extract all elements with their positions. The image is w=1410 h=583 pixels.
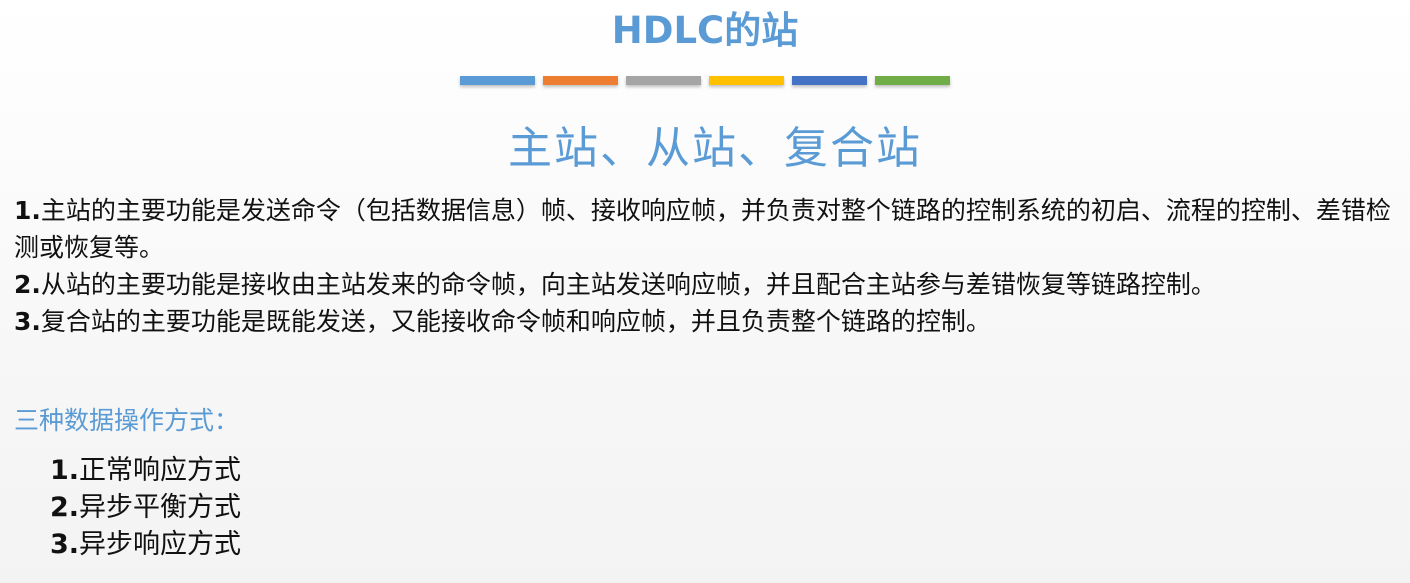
- color-bar: [460, 76, 535, 85]
- list-item: 2.异步平衡方式: [50, 489, 241, 526]
- list-item-number: 1.: [50, 455, 80, 486]
- page-title: HDLC的站: [611, 9, 799, 52]
- operation-modes-list: 1.正常响应方式 2.异步平衡方式 3.异步响应方式: [50, 452, 241, 563]
- color-bar: [875, 76, 950, 85]
- list-item: 3.异步响应方式: [50, 526, 241, 563]
- color-bar: [626, 76, 701, 85]
- paragraph-number: 1.: [14, 196, 41, 225]
- color-bar: [709, 76, 784, 85]
- modes-heading: 三种数据操作方式：: [14, 406, 240, 435]
- paragraph-secondary-station: 2.从站的主要功能是接收由主站发来的命令帧，向主站发送响应帧，并且配合主站参与差…: [14, 266, 1404, 303]
- paragraph-number: 2.: [14, 270, 41, 299]
- section-subtitle: 主站、从站、复合站: [508, 123, 922, 174]
- paragraph-primary-station: 1.主站的主要功能是发送命令（包括数据信息）帧、接收响应帧，并负责对整个链路的控…: [14, 192, 1404, 266]
- paragraph-text: 从站的主要功能是接收由主站发来的命令帧，向主站发送响应帧，并且配合主站参与差错恢…: [40, 270, 1216, 299]
- list-item-number: 3.: [50, 529, 80, 560]
- color-bar: [792, 76, 867, 85]
- list-item: 1.正常响应方式: [50, 452, 241, 489]
- paragraph-number: 3.: [14, 307, 41, 336]
- color-bar: [543, 76, 618, 85]
- list-item-text: 异步平衡方式: [79, 492, 242, 523]
- paragraph-text: 复合站的主要功能是既能发送，又能接收命令帧和响应帧，并且负责整个链路的控制。: [40, 307, 991, 336]
- list-item-number: 2.: [50, 492, 80, 523]
- paragraph-text: 主站的主要功能是发送命令（包括数据信息）帧、接收响应帧，并负责对整个链路的控制系…: [14, 196, 1391, 262]
- decorative-color-bars: [460, 76, 950, 85]
- station-descriptions: 1.主站的主要功能是发送命令（包括数据信息）帧、接收响应帧，并负责对整个链路的控…: [14, 192, 1404, 340]
- paragraph-combined-station: 3.复合站的主要功能是既能发送，又能接收命令帧和响应帧，并且负责整个链路的控制。: [14, 303, 1404, 340]
- list-item-text: 异步响应方式: [79, 529, 242, 560]
- list-item-text: 正常响应方式: [79, 455, 242, 486]
